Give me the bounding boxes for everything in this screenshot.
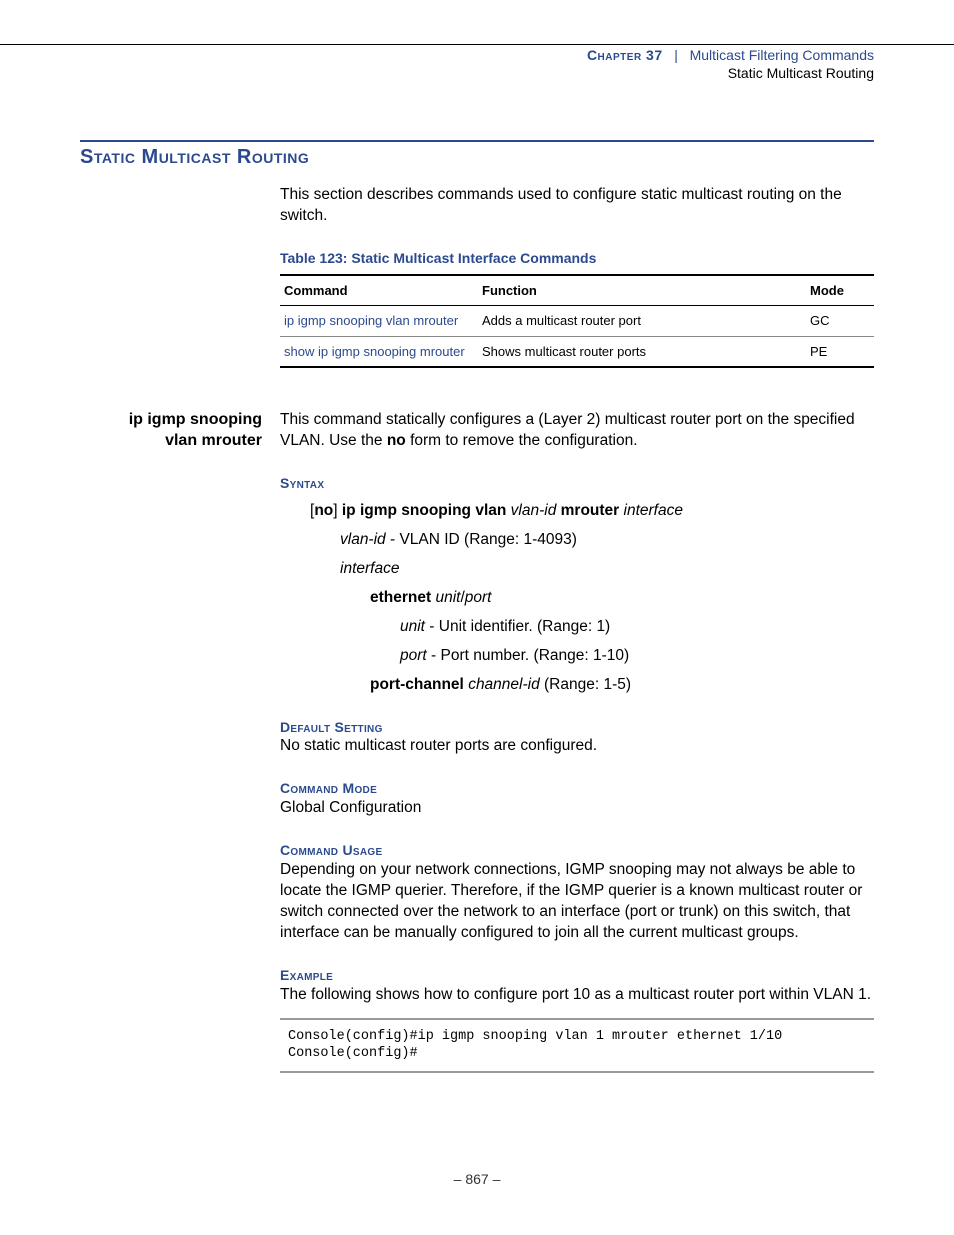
example-intro: The following shows how to configure por…	[280, 985, 874, 1006]
command-table: Command Function Mode ip igmp snooping v…	[280, 274, 874, 369]
usage-text: Depending on your network connections, I…	[280, 860, 874, 944]
cmd-function: Shows multicast router ports	[478, 336, 806, 367]
usage-heading: Command Usage	[280, 841, 874, 860]
mode-heading: Command Mode	[280, 779, 874, 798]
th-mode: Mode	[806, 275, 874, 306]
chapter-title: Multicast Filtering Commands	[690, 47, 874, 63]
header-separator: |	[667, 47, 686, 63]
example-code: Console(config)#ip igmp snooping vlan 1 …	[280, 1018, 874, 1073]
th-function: Function	[478, 275, 806, 306]
mode-text: Global Configuration	[280, 798, 874, 819]
table-title: Table 123: Static Multicast Interface Co…	[280, 249, 874, 268]
syntax-param-interface: interface	[340, 559, 874, 580]
syntax-param-port: port - Port number. (Range: 1-10)	[400, 646, 874, 667]
table-row: ip igmp snooping vlan mrouter Adds a mul…	[280, 306, 874, 337]
page-footer: – 867 –	[0, 1171, 954, 1187]
syntax-portchannel: port-channel channel-id (Range: 1-5)	[370, 675, 874, 696]
syntax-line: [no] ip igmp snooping vlan vlan-id mrout…	[310, 501, 874, 522]
command-block: ip igmp snooping vlan mrouter This comma…	[80, 410, 874, 1072]
cmd-mode: GC	[806, 306, 874, 337]
page-header: Chapter 37 | Multicast Filtering Command…	[0, 44, 954, 81]
command-description: This command statically configures a (La…	[280, 410, 874, 452]
default-heading: Default Setting	[280, 718, 874, 737]
section-intro: This section describes commands used to …	[280, 185, 874, 227]
syntax-param-vlanid: vlan-id - VLAN ID (Range: 1-4093)	[340, 530, 874, 551]
cmd-mode: PE	[806, 336, 874, 367]
chapter-label: Chapter 37	[587, 47, 663, 63]
syntax-ethernet: ethernet unit/port	[370, 588, 874, 609]
cmd-link[interactable]: show ip igmp snooping mrouter	[280, 336, 478, 367]
syntax-heading: Syntax	[280, 474, 874, 493]
default-text: No static multicast router ports are con…	[280, 736, 874, 757]
syntax-param-unit: unit - Unit identifier. (Range: 1)	[400, 617, 874, 638]
table-row: show ip igmp snooping mrouter Shows mult…	[280, 336, 874, 367]
th-command: Command	[280, 275, 478, 306]
cmd-link[interactable]: ip igmp snooping vlan mrouter	[280, 306, 478, 337]
header-subtitle: Static Multicast Routing	[0, 65, 874, 81]
command-name-margin: ip igmp snooping vlan mrouter	[80, 410, 270, 452]
section-title: Static Multicast Routing	[80, 140, 874, 169]
example-heading: Example	[280, 966, 874, 985]
cmd-function: Adds a multicast router port	[478, 306, 806, 337]
